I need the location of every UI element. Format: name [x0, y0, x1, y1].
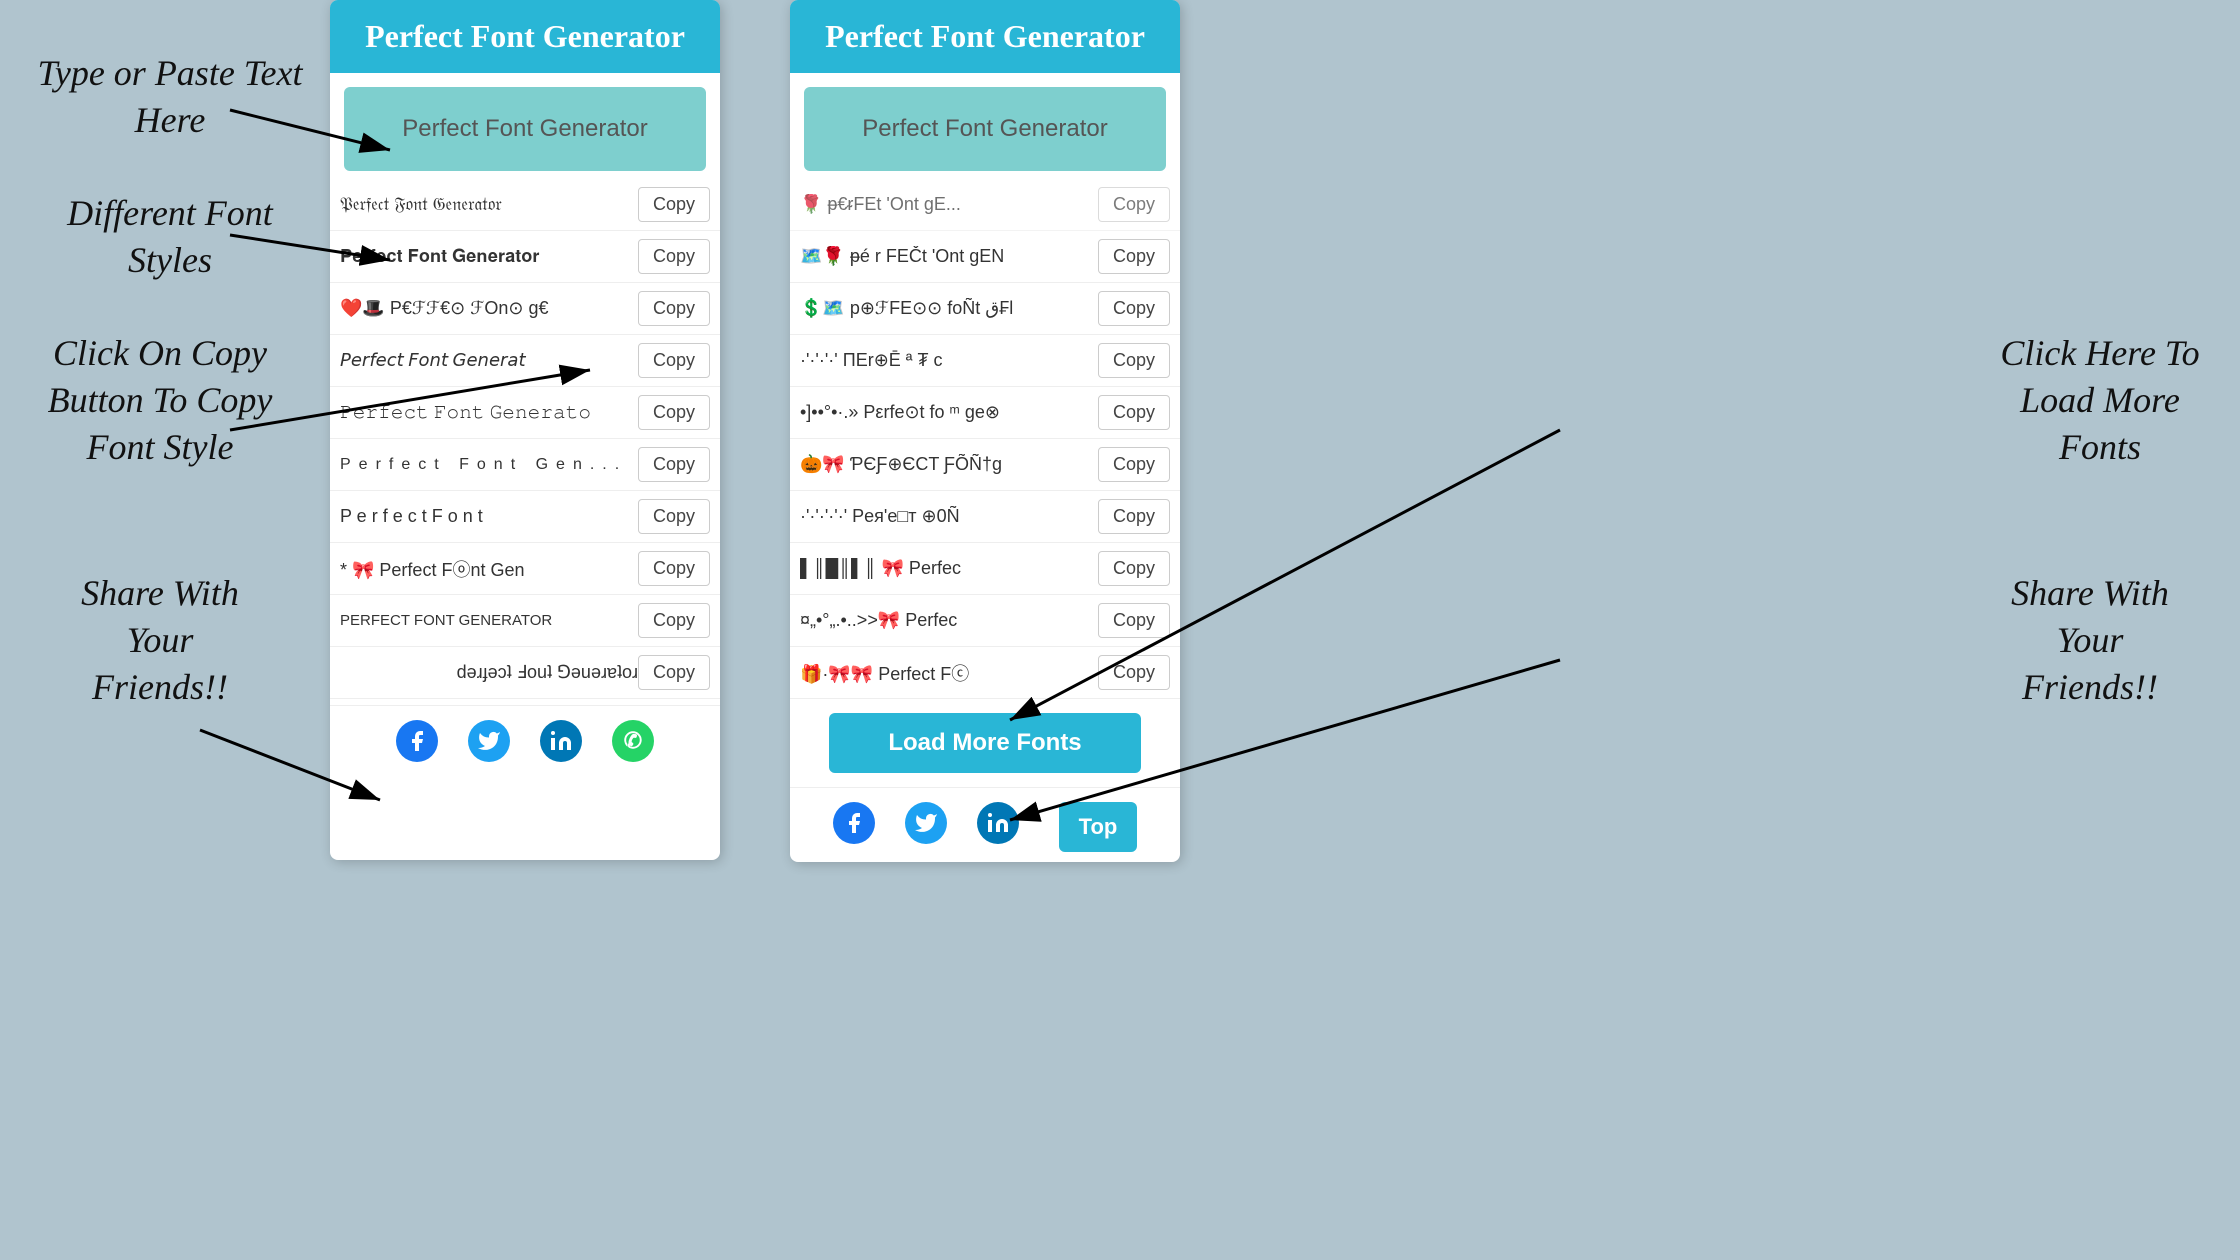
right1-font-text-7: ▌║█║▌║ 🎀 Perfec [800, 558, 1098, 579]
font-row-3: ❤️🎩 P€ℱℱ€⊙ ℱOn⊙ g€ Copy [330, 283, 720, 335]
right1-font-row-4: •]••°•·.» Pεrfe⊙t fo ᵐ ge⊗ Copy [790, 387, 1180, 439]
font-text-4: 𝘗𝘦𝘳𝘧𝘦𝘤𝘵 𝘍𝘰𝘯𝘵 𝘎𝘦𝘯𝘦𝘳𝘢𝘵 [340, 350, 638, 371]
left-panel-header: Perfect Font Generator [330, 0, 720, 73]
left-social-bar: ✆ [330, 705, 720, 772]
right1-font-text-2: 💲🗺️ p⊕ℱFE⊙⊙ foÑt ق₣l [800, 298, 1098, 319]
font-text-9: PERFECT FONT GENERATOR [340, 612, 638, 629]
right1-social-bar: Top [790, 787, 1180, 862]
right1-font-text-8: ¤„•°„.•..>>🎀 Perfec [800, 610, 1098, 631]
right-phone-panel-1: Perfect Font Generator Perfect Font Gene… [790, 0, 1180, 862]
right1-copy-button-5[interactable]: Copy [1098, 447, 1170, 482]
copy-button-8[interactable]: Copy [638, 551, 710, 586]
font-text-5: 𝙿𝚎𝚛𝚏𝚎𝚌𝚝 𝙵𝚘𝚗𝚝 𝙶𝚎𝚗𝚎𝚛𝚊𝚝𝚘 [340, 402, 638, 423]
copy-button-4[interactable]: Copy [638, 343, 710, 378]
right1-font-text-6: ·'·'·'·'·' Peя'e□т ⊕0Ñ [800, 506, 1098, 527]
left-input-box[interactable]: Perfect Font Generator [344, 87, 706, 171]
font-row-4: 𝘗𝘦𝘳𝘧𝘦𝘤𝘵 𝘍𝘰𝘯𝘵 𝘎𝘦𝘯𝘦𝘳𝘢𝘵 Copy [330, 335, 720, 387]
right-panel-1-input[interactable]: Perfect Font Generator [804, 87, 1166, 171]
font-row-2: 𝐏𝐞𝐫𝐟𝐞𝐜𝐭 𝐅𝐨𝐧𝐭 𝐆𝐞𝐧𝐞𝐫𝐚𝐭𝐨𝐫 Copy [330, 231, 720, 283]
linkedin-icon-left[interactable] [540, 720, 582, 762]
font-row-5: 𝙿𝚎𝚛𝚏𝚎𝚌𝚝 𝙵𝚘𝚗𝚝 𝙶𝚎𝚗𝚎𝚛𝚊𝚝𝚘 Copy [330, 387, 720, 439]
right1-copy-button-7[interactable]: Copy [1098, 551, 1170, 586]
font-text-7: P e r f e c t F o n t [340, 506, 638, 527]
right1-font-text-4: •]••°•·.» Pεrfe⊙t fo ᵐ ge⊗ [800, 402, 1098, 423]
right-panel-1-title: Perfect Font Generator [802, 18, 1168, 55]
annotation-type-paste: Type or Paste TextHere [30, 50, 310, 144]
copy-button-3[interactable]: Copy [638, 291, 710, 326]
right1-copy-button-1[interactable]: Copy [1098, 239, 1170, 274]
right-panel-1-header: Perfect Font Generator [790, 0, 1180, 73]
load-more-button-1[interactable]: Load More Fonts [829, 713, 1141, 773]
right1-font-text-5: 🎃🎀 ƤЄƑ⊕ЄCT ƑÕÑ†g [800, 454, 1098, 475]
right1-copy-button-4[interactable]: Copy [1098, 395, 1170, 430]
font-text-3: ❤️🎩 P€ℱℱ€⊙ ℱOn⊙ g€ [340, 298, 638, 319]
right1-font-row-3: ·'·'·'·' ΠΕr⊕Ē ª ₮ c Copy [790, 335, 1180, 387]
font-text-8: * 🎀 Perfect Fⓞnt Gen [340, 556, 638, 582]
copy-button-9[interactable]: Copy [638, 603, 710, 638]
left-panel-title: Perfect Font Generator [342, 18, 708, 55]
right1-copy-button-3[interactable]: Copy [1098, 343, 1170, 378]
font-text-2: 𝐏𝐞𝐫𝐟𝐞𝐜𝐭 𝐅𝐨𝐧𝐭 𝐆𝐞𝐧𝐞𝐫𝐚𝐭𝐨𝐫 [340, 246, 638, 267]
right1-copy-button-8[interactable]: Copy [1098, 603, 1170, 638]
twitter-icon-right1[interactable] [905, 802, 947, 844]
copy-button-5[interactable]: Copy [638, 395, 710, 430]
right1-font-row-2: 💲🗺️ p⊕ℱFE⊙⊙ foÑt ق₣l Copy [790, 283, 1180, 335]
font-row-7: P e r f e c t F o n t Copy [330, 491, 720, 543]
twitter-icon-left[interactable] [468, 720, 510, 762]
right1-font-text-3: ·'·'·'·' ΠΕr⊕Ē ª ₮ c [800, 350, 1098, 371]
annotation-click-copy: Click On CopyButton To CopyFont Style [10, 330, 310, 470]
right1-copy-button-0[interactable]: Copy [1098, 187, 1170, 222]
right1-font-row-7: ▌║█║▌║ 🎀 Perfec Copy [790, 543, 1180, 595]
right1-font-row-1: 🗺️🌹 ᵽé r FEČt 'Ont gEN Copy [790, 231, 1180, 283]
right1-copy-button-6[interactable]: Copy [1098, 499, 1170, 534]
right-panel-1-input-text: Perfect Font Generator [862, 115, 1107, 142]
facebook-icon-left[interactable] [396, 720, 438, 762]
right1-font-row-0: 🌹 ᵽ€ᵲFEt 'Ont gE... Copy [790, 179, 1180, 231]
right1-font-row-5: 🎃🎀 ƤЄƑ⊕ЄCT ƑÕÑ†g Copy [790, 439, 1180, 491]
left-input-text: Perfect Font Generator [402, 115, 647, 142]
right1-font-row-8: ¤„•°„.•..>>🎀 Perfec Copy [790, 595, 1180, 647]
font-row-6: Perfect Font Gen... Copy [330, 439, 720, 491]
annotation-different-fonts: Different FontStyles [30, 190, 310, 284]
font-row-1: 𝔓𝔢𝔯𝔣𝔢𝔠𝔱 𝔉𝔬𝔫𝔱 𝔊𝔢𝔫𝔢𝔯𝔞𝔱𝔬𝔯 Copy [330, 179, 720, 231]
left-phone-panel: Perfect Font Generator Perfect Font Gene… [330, 0, 720, 860]
top-button[interactable]: Top [1059, 802, 1138, 852]
copy-button-1[interactable]: Copy [638, 187, 710, 222]
right1-font-row-6: ·'·'·'·'·' Peя'e□т ⊕0Ñ Copy [790, 491, 1180, 543]
copy-button-2[interactable]: Copy [638, 239, 710, 274]
annotation-share-right: Share WithYourFriends!! [1960, 570, 2220, 710]
right1-font-row-9: 🎁·🎀🎀 Perfect Fⓒ Copy [790, 647, 1180, 699]
font-row-10: ɹoʇɐɹǝuǝ⅁ ʇuoℲ ʇɔǝɟɹǝd Copy [330, 647, 720, 699]
facebook-icon-right1[interactable] [833, 802, 875, 844]
font-text-10: ɹoʇɐɹǝuǝ⅁ ʇuoℲ ʇɔǝɟɹǝd [340, 662, 638, 683]
copy-button-6[interactable]: Copy [638, 447, 710, 482]
right1-copy-button-9[interactable]: Copy [1098, 655, 1170, 690]
font-row-8: * 🎀 Perfect Fⓞnt Gen Copy [330, 543, 720, 595]
font-row-9: PERFECT FONT GENERATOR Copy [330, 595, 720, 647]
annotation-share-left: Share WithYourFriends!! [30, 570, 290, 710]
copy-button-7[interactable]: Copy [638, 499, 710, 534]
linkedin-icon-right1[interactable] [977, 802, 1019, 844]
right1-font-text-0: 🌹 ᵽ€ᵲFEt 'Ont gE... [800, 194, 1098, 215]
copy-button-10[interactable]: Copy [638, 655, 710, 690]
whatsapp-icon-left[interactable]: ✆ [612, 720, 654, 762]
font-text-6: Perfect Font Gen... [340, 456, 638, 474]
right1-font-text-1: 🗺️🌹 ᵽé r FEČt 'Ont gEN [800, 246, 1098, 267]
annotation-click-load: Click Here ToLoad MoreFonts [1970, 330, 2230, 470]
right1-font-text-9: 🎁·🎀🎀 Perfect Fⓒ [800, 660, 1098, 686]
font-text-1: 𝔓𝔢𝔯𝔣𝔢𝔠𝔱 𝔉𝔬𝔫𝔱 𝔊𝔢𝔫𝔢𝔯𝔞𝔱𝔬𝔯 [340, 194, 638, 215]
right1-copy-button-2[interactable]: Copy [1098, 291, 1170, 326]
